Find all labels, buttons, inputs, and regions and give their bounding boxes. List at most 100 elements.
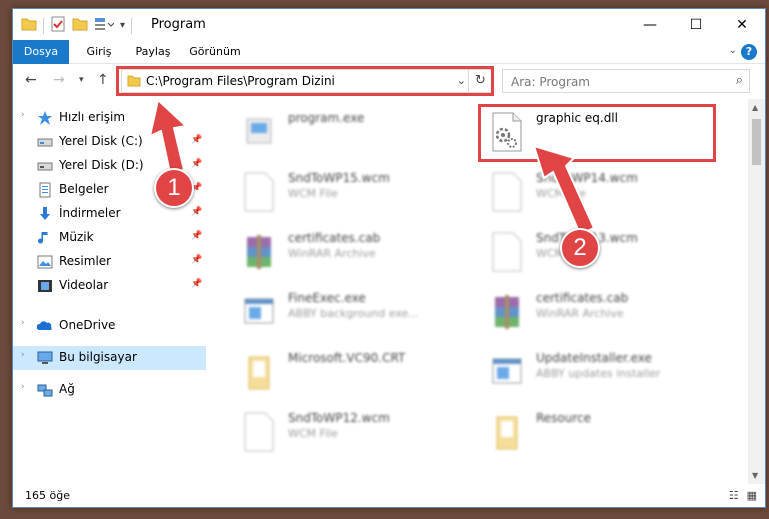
toolbar-divider <box>131 17 133 34</box>
blank-file-icon <box>241 171 277 213</box>
maximize-button[interactable]: ☐ <box>673 9 719 40</box>
tab-gorunum[interactable]: Görünüm <box>185 40 245 64</box>
ribbon: Dosya Giriş Paylaş Görünüm ⌄ ? <box>13 40 765 64</box>
file-item[interactable]: graphic eq.dll <box>483 105 723 159</box>
pin-icon: 📌 <box>191 255 203 265</box>
file-item[interactable]: certificates.cab WinRAR Archive <box>235 225 475 279</box>
file-item[interactable]: program.exe <box>235 105 475 159</box>
sidebar-item-music[interactable]: Müzik 📌 <box>13 226 206 250</box>
sidebar-item-quick-access[interactable]: › Hızlı erişim <box>13 106 206 130</box>
ribbon-expand-icon[interactable]: ⌄ <box>729 45 737 56</box>
address-dropdown-icon[interactable]: ⌄ <box>457 74 466 87</box>
file-type: WinRAR Archive <box>288 247 376 260</box>
forward-arrow-icon[interactable]: → <box>53 72 65 88</box>
network-icon <box>37 382 53 398</box>
sidebar-item-pictures[interactable]: Resimler 📌 <box>13 250 206 274</box>
search-box[interactable]: Ara: Program ⌕ <box>502 69 750 93</box>
blank-file-icon <box>489 171 525 213</box>
folder-icon <box>241 351 277 393</box>
videos-icon <box>37 278 53 294</box>
exe-icon <box>241 111 277 153</box>
file-item[interactable]: SndToWP12.wcm WCM File <box>235 405 475 459</box>
recent-locations-icon[interactable]: ▾ <box>79 75 84 85</box>
blank-file-icon <box>489 231 525 273</box>
file-item[interactable]: SndToWP15.wcm WCM File <box>235 165 475 219</box>
sidebar-item-label: Belgeler <box>59 182 109 196</box>
pin-icon: 📌 <box>191 159 203 169</box>
file-name: FineExec.exe <box>288 291 366 305</box>
tab-dosya[interactable]: Dosya <box>13 40 69 64</box>
file-item[interactable]: Resource <box>483 405 723 459</box>
sidebar-item-label: Yerel Disk (D:) <box>59 158 144 172</box>
refresh-icon[interactable]: ↻ <box>468 70 492 92</box>
folder-icon[interactable] <box>21 17 37 34</box>
close-button[interactable]: ✕ <box>719 9 765 40</box>
file-item[interactable]: Microsoft.VC90.CRT <box>235 345 475 399</box>
details-view-icon[interactable]: ☷ <box>729 489 739 502</box>
file-item[interactable]: SndToWP13.wcm WCM File <box>483 225 723 279</box>
file-item[interactable]: SndToWP14.wcm WCM File <box>483 165 723 219</box>
new-folder-icon[interactable] <box>72 17 88 34</box>
item-count: 165 öğe <box>25 489 70 502</box>
back-arrow-icon[interactable]: ← <box>25 72 37 88</box>
pin-icon: 📌 <box>191 279 203 289</box>
file-type: ABBY updates installer <box>536 367 661 380</box>
sidebar-item-label: Ağ <box>59 382 75 396</box>
sidebar-item-network[interactable]: › Ağ <box>13 378 206 402</box>
search-input[interactable]: Ara: Program <box>511 75 590 89</box>
file-name: certificates.cab <box>288 231 381 245</box>
title-bar: ▾ Program — ☐ ✕ <box>13 9 765 40</box>
sidebar-item-videos[interactable]: Videolar 📌 <box>13 274 206 298</box>
customize-dropdown-icon[interactable]: ▾ <box>120 20 125 31</box>
rename-icon[interactable] <box>94 17 115 34</box>
properties-check-icon[interactable] <box>50 16 66 35</box>
scroll-down-icon[interactable]: ▼ <box>752 471 758 480</box>
vertical-scrollbar[interactable]: ▲ ▼ <box>748 99 765 484</box>
winrar-icon <box>241 231 277 273</box>
step-badge-2: 2 <box>560 228 600 268</box>
star-icon <box>37 110 53 126</box>
file-name: graphic eq.dll <box>536 111 618 125</box>
file-type: WCM File <box>288 427 338 440</box>
expand-chevron-icon[interactable]: › <box>21 318 25 328</box>
address-path[interactable]: C:\Program Files\Program Dizini <box>146 74 335 88</box>
expand-chevron-icon[interactable]: › <box>21 110 25 120</box>
address-bar[interactable]: C:\Program Files\Program Dizini ⌄ ↻ <box>121 69 493 93</box>
tab-paylas[interactable]: Paylaş <box>127 40 179 64</box>
tab-giris[interactable]: Giriş <box>77 40 121 64</box>
sidebar-item-onedrive[interactable]: › OneDrive <box>13 314 206 338</box>
file-item[interactable]: FineExec.exe ABBY background exe... <box>235 285 475 339</box>
sidebar-item-this-pc[interactable]: › Bu bilgisayar <box>13 346 206 370</box>
folder-icon <box>127 75 141 90</box>
up-arrow-icon[interactable]: ↑ <box>97 72 109 88</box>
file-name: SndToWP12.wcm <box>288 411 390 425</box>
file-name: Microsoft.VC90.CRT <box>288 351 406 365</box>
pin-icon: 📌 <box>191 135 203 145</box>
file-item[interactable]: certificates.cab WinRAR Archive <box>483 285 723 339</box>
file-list: program.exe graphic eq.dll SndToWP15.wcm… <box>209 99 744 484</box>
onedrive-icon <box>36 318 53 334</box>
file-type: WinRAR Archive <box>536 307 624 320</box>
minimize-button[interactable]: — <box>627 9 673 40</box>
sidebar-item-label: Hızlı erişim <box>59 110 126 124</box>
sidebar-item-disk-c[interactable]: Yerel Disk (C:) 📌 <box>13 130 206 154</box>
file-type: WCM File <box>288 187 338 200</box>
help-icon[interactable]: ? <box>741 44 757 60</box>
file-item[interactable]: UpdateInstaller.exe ABBY updates install… <box>483 345 723 399</box>
navigation-bar: ← → ▾ ↑ C:\Program Files\Program Dizini … <box>13 66 765 96</box>
expand-chevron-icon[interactable]: › <box>21 350 25 360</box>
disk-icon <box>37 158 53 174</box>
expand-chevron-icon[interactable]: › <box>21 382 25 392</box>
app-window-icon <box>489 351 525 393</box>
file-type: WCM File <box>536 187 586 200</box>
large-icons-view-icon[interactable]: ▦ <box>747 489 757 502</box>
status-bar: 165 öğe ☷ ▦ <box>13 485 765 507</box>
sidebar-item-label: Videolar <box>59 278 109 292</box>
scroll-up-icon[interactable]: ▲ <box>752 103 758 112</box>
scrollbar-thumb[interactable] <box>752 119 761 165</box>
file-name: SndToWP15.wcm <box>288 171 390 185</box>
search-icon: ⌕ <box>735 73 743 88</box>
window-title: Program <box>151 17 206 32</box>
sidebar-item-label: Bu bilgisayar <box>59 350 137 364</box>
step-badge-1: 1 <box>154 168 194 208</box>
